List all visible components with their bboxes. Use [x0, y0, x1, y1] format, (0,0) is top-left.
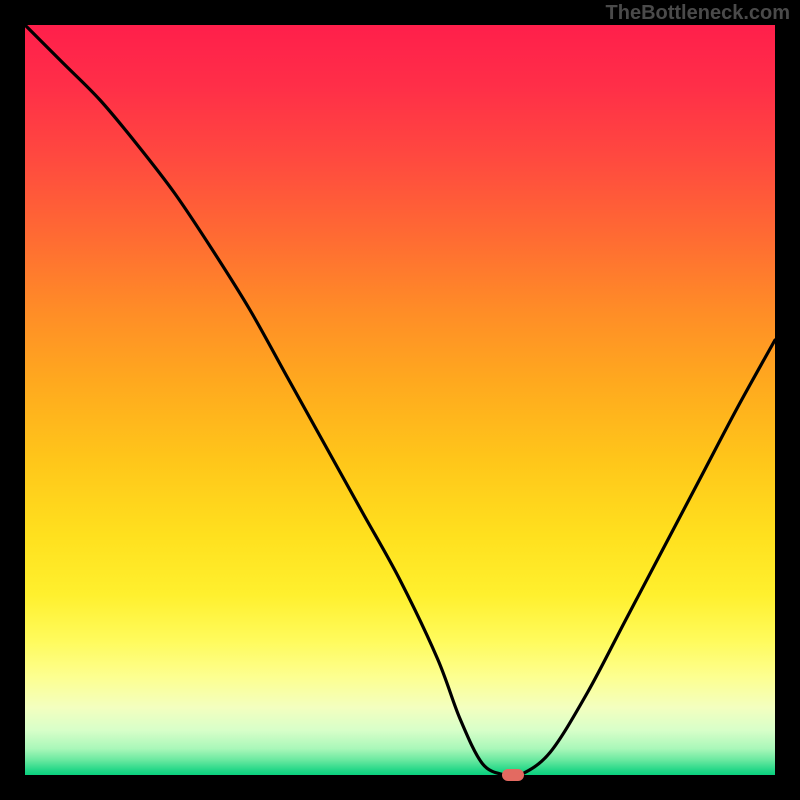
- chart-plot-area: [25, 25, 775, 775]
- attribution-text: TheBottleneck.com: [606, 2, 790, 25]
- chart-marker: [502, 769, 524, 781]
- outer-frame: TheBottleneck.com: [0, 0, 800, 800]
